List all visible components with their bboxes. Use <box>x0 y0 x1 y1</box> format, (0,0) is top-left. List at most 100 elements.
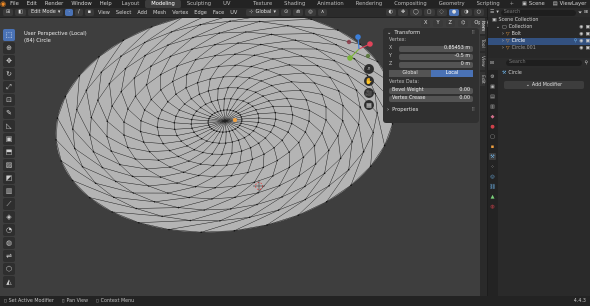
face-mode-button[interactable]: ▪ <box>84 9 95 16</box>
transform-tool[interactable]: ⊡ <box>3 94 15 106</box>
view-layer-selector[interactable]: ▤ ViewLayer <box>549 1 590 7</box>
cursor-tool[interactable]: ⊕ <box>3 42 15 54</box>
orientation-dropdown[interactable]: ⊹ Global ▾ <box>246 9 279 16</box>
tab-animation[interactable]: Animation <box>311 0 349 8</box>
camera-view-icon[interactable]: 🎥 <box>364 88 374 98</box>
material-shading-button[interactable]: ◑ <box>461 9 472 16</box>
outliner-collection[interactable]: ⌄ ▢ Collection ◉ ▣ <box>488 24 590 31</box>
constraints-tab-icon[interactable]: ⛓ <box>489 183 496 190</box>
menu-mesh[interactable]: Mesh <box>150 10 169 16</box>
data-tab-icon[interactable]: ▲ <box>489 193 496 200</box>
world-tab-icon[interactable]: ● <box>489 123 496 130</box>
rip-tool[interactable]: ◭ <box>3 276 15 288</box>
menu-uv[interactable]: UV <box>227 10 240 16</box>
outliner-editor-icon[interactable]: ☰ <box>490 10 494 15</box>
camera-render-icon[interactable]: ▣ <box>585 25 590 30</box>
visibility-eye-icon[interactable]: ◉ <box>579 39 583 44</box>
visibility-button[interactable]: ◐ <box>385 9 396 16</box>
navigation-gizmo[interactable] <box>344 34 374 64</box>
falloff-button[interactable]: ∧ <box>317 9 328 16</box>
local-button[interactable]: Local <box>431 70 473 77</box>
vertex-mode-button[interactable]: · <box>65 9 73 16</box>
menu-face[interactable]: Face <box>210 10 227 16</box>
zoom-icon[interactable]: ⌕ <box>364 64 374 74</box>
properties-editor-icon[interactable]: ⊟ <box>490 61 494 66</box>
x-value[interactable]: 0.85453 m <box>399 45 473 52</box>
global-button[interactable]: Global <box>389 70 431 77</box>
tab-rendering[interactable]: Rendering <box>350 0 389 8</box>
tab-scripting[interactable]: Scripting <box>471 0 506 8</box>
scene-selector[interactable]: ▣ Scene <box>518 1 549 7</box>
extrude-tool[interactable]: ⬒ <box>3 146 15 158</box>
mirror-x-button[interactable]: X <box>421 19 431 27</box>
menu-window[interactable]: Window <box>67 1 95 7</box>
overlay-button[interactable]: ◯ <box>410 9 422 16</box>
add-modifier-button[interactable]: ⌄ Add Modifier <box>504 81 584 89</box>
snap-button[interactable]: ⋒ <box>293 9 304 16</box>
tab-shading[interactable]: Shading <box>278 0 311 8</box>
modifier-tab-icon[interactable]: ⚒ <box>489 153 496 160</box>
filter-display-icon[interactable]: ▾ <box>496 10 498 15</box>
drag-handle-icon[interactable]: ⠿ <box>471 30 475 36</box>
menu-vertex[interactable]: Vertex <box>169 10 191 16</box>
tab-geometry-nodes[interactable]: Geometry Nodes <box>433 0 471 15</box>
visibility-eye-icon[interactable]: ◉ <box>579 25 583 30</box>
scene-tab-icon[interactable]: ◆ <box>489 113 496 120</box>
mirror-y-button[interactable]: Y <box>433 19 443 27</box>
menu-view[interactable]: View <box>95 10 113 16</box>
properties-panel-header[interactable]: › Properties ⠿ <box>383 105 479 114</box>
transform-panel-header[interactable]: ⌄ Transform ⠿ <box>383 28 479 37</box>
mode-dropdown[interactable]: Edit Mode ▾ <box>27 9 64 16</box>
editor-type-button[interactable]: ⊞ <box>3 9 14 16</box>
visibility-eye-icon[interactable]: ◉ <box>579 32 583 37</box>
tool-tab-icon[interactable]: ⚙ <box>489 73 496 80</box>
menu-edge[interactable]: Edge <box>191 10 210 16</box>
new-collection-icon[interactable]: ⊞ <box>584 10 588 15</box>
vertex-select-button[interactable]: ◧ <box>15 9 26 16</box>
add-workspace-button[interactable]: + <box>506 1 518 7</box>
rendered-shading-button[interactable]: ○ <box>473 9 484 16</box>
object-tab-icon[interactable]: ▪ <box>489 143 496 150</box>
edge-slide-tool[interactable]: ⇌ <box>3 250 15 262</box>
solid-shading-button[interactable]: ● <box>448 9 460 16</box>
particles-tab-icon[interactable]: ⁘ <box>489 163 496 170</box>
xray-button[interactable]: ▢ <box>423 9 435 16</box>
tab-layout[interactable]: Layout <box>116 0 146 8</box>
view-layer-tab-icon[interactable]: ▥ <box>489 103 496 110</box>
outliner-search[interactable]: Search <box>500 9 577 16</box>
bevel-weight-field[interactable]: Bevel Weight 0.00 <box>389 87 473 94</box>
pivot-button[interactable]: ⊙ <box>280 9 292 16</box>
output-tab-icon[interactable]: ▤ <box>489 93 496 100</box>
gizmo-button[interactable]: ✥ <box>397 9 409 16</box>
poly-build-tool[interactable]: ◈ <box>3 211 15 223</box>
inset-tool[interactable]: ▨ <box>3 159 15 171</box>
menu-help[interactable]: Help <box>96 1 116 7</box>
collection-tab-icon[interactable]: ▢ <box>489 133 496 140</box>
physics-tab-icon[interactable]: ◎ <box>489 173 496 180</box>
tab-edit[interactable]: Edit <box>480 71 485 87</box>
tab-compositing[interactable]: Compositing <box>388 0 433 8</box>
smooth-tool[interactable]: ◍ <box>3 237 15 249</box>
measure-tool[interactable]: ◺ <box>3 120 15 132</box>
z-value[interactable]: 0 m <box>399 61 473 68</box>
tab-sculpting[interactable]: Sculpting <box>181 0 217 8</box>
outliner-item-bolt[interactable]: › ▽ Bolt ◉ ▣ <box>488 31 590 38</box>
menu-edit[interactable]: Edit <box>23 1 41 7</box>
loop-cut-tool[interactable]: ▥ <box>3 185 15 197</box>
vertex-crease-field[interactable]: Vertex Crease 0.00 <box>389 95 473 102</box>
perspective-toggle-icon[interactable]: ▦ <box>364 100 374 110</box>
add-cube-tool[interactable]: ▣ <box>3 133 15 145</box>
tab-texture-paint[interactable]: Texture Paint <box>247 0 278 15</box>
edge-mode-button[interactable]: / <box>74 9 83 16</box>
menu-select[interactable]: Select <box>113 10 134 16</box>
outliner-item-circle-001[interactable]: › ▽ Circle.001 ◉ ▣ <box>488 45 590 52</box>
camera-render-icon[interactable]: ▣ <box>585 46 590 51</box>
move-tool[interactable]: ✥ <box>3 55 15 67</box>
vertex-z-field[interactable]: Z 0 m <box>389 61 473 68</box>
vertex-y-field[interactable]: Y -0.5 m <box>389 53 473 60</box>
tab-tool[interactable]: Tool <box>480 36 485 51</box>
menu-add[interactable]: Add <box>134 10 150 16</box>
annotate-tool[interactable]: ✎ <box>3 107 15 119</box>
select-box-tool[interactable]: ⬚ <box>3 29 15 41</box>
vertex-x-field[interactable]: X 0.85453 m <box>389 45 473 52</box>
